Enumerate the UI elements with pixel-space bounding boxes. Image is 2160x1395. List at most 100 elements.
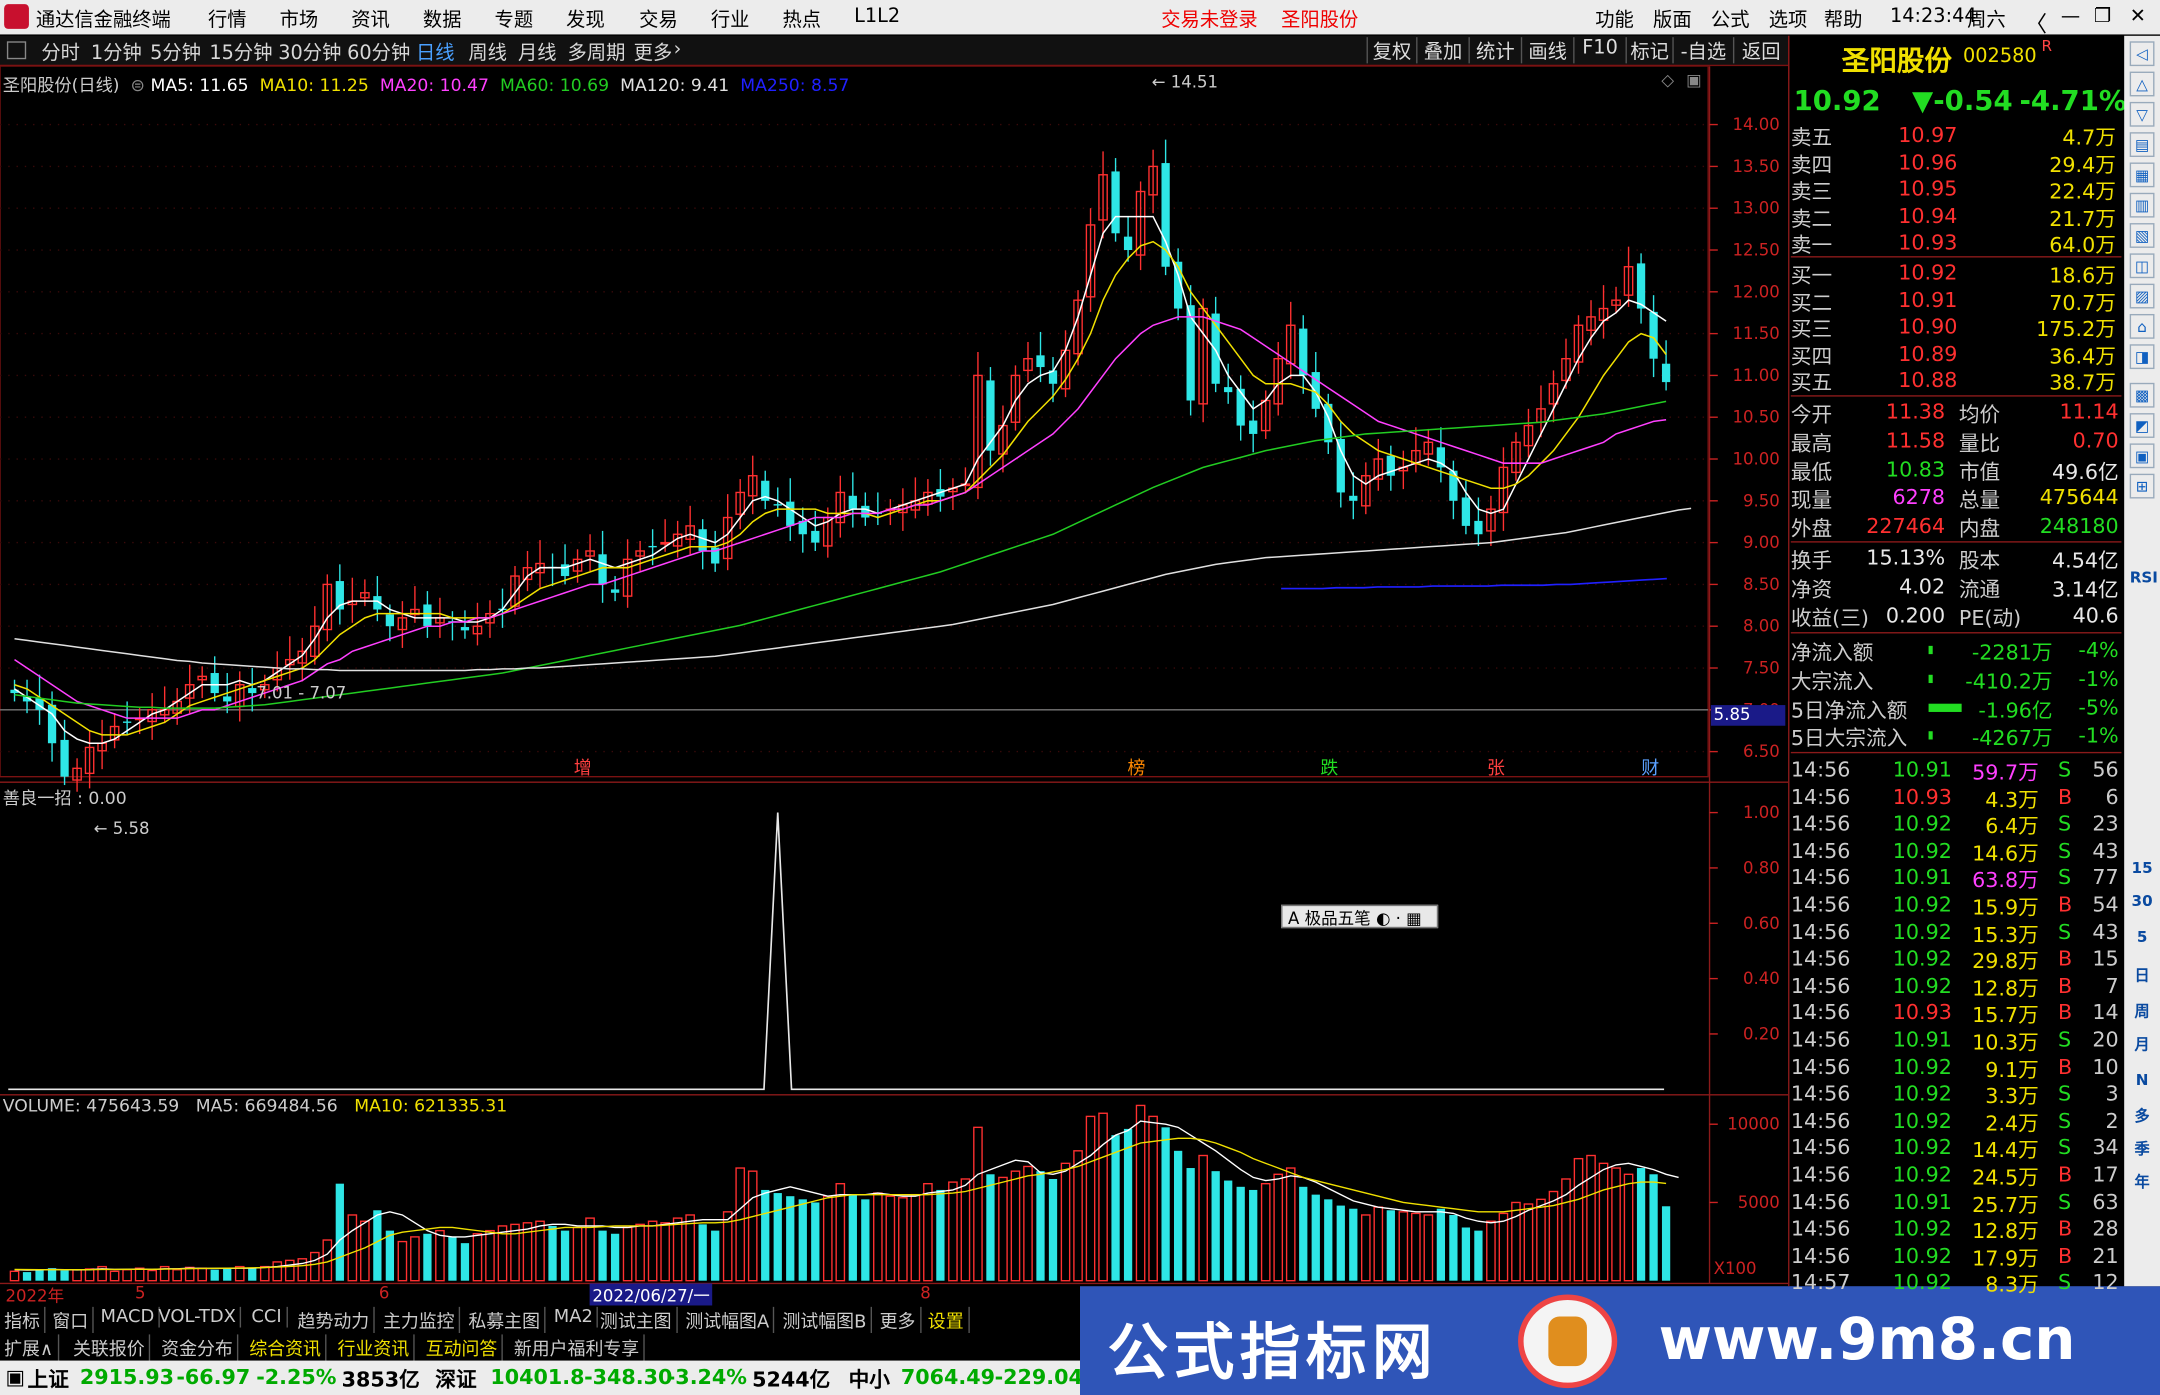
period-tab[interactable]: 15分钟 — [209, 39, 272, 67]
bid-row[interactable]: 买一 10.92 18.6万 — [1791, 259, 2122, 288]
zx-name[interactable]: 中小 — [849, 1365, 890, 1394]
menu-options[interactable]: 选项 — [1769, 6, 1808, 34]
ask-row[interactable]: 卖四 10.96 29.4万 — [1791, 148, 2122, 178]
menu-func[interactable]: 功能 — [1595, 6, 1634, 34]
menu-l1l2[interactable]: L1L2 — [854, 6, 900, 28]
period-tab[interactable]: 月线 — [518, 39, 557, 67]
back-icon[interactable]: 〈 — [2025, 6, 2047, 39]
period-tab[interactable]: 分时 — [41, 39, 80, 67]
nav-tool-icon[interactable]: ◁ — [2129, 41, 2155, 67]
ask-row[interactable]: 卖三 10.95 22.4万 — [1791, 175, 2122, 205]
period-tab[interactable]: 30分钟 — [278, 39, 341, 67]
login-notice[interactable]: 交易未登录 — [1161, 6, 1257, 34]
nav-period-label[interactable]: RSI — [2130, 566, 2158, 591]
settings-icon[interactable]: ⊜ — [131, 74, 145, 95]
nav-period-label[interactable]: N — [2130, 1069, 2155, 1094]
panel-toggle-icon[interactable] — [6, 41, 27, 60]
period-tab[interactable]: 多周期 — [568, 39, 626, 67]
sz-name[interactable]: 深证 — [435, 1365, 476, 1394]
nav-period-label[interactable]: 季 — [2130, 1137, 2155, 1162]
bid-row[interactable]: 买四 10.89 36.4万 — [1791, 340, 2122, 369]
chevron-right-icon[interactable]: › — [674, 39, 682, 61]
nav-tool-icon[interactable]: ▦ — [2129, 162, 2155, 188]
nav-tool-icon[interactable]: ⊞ — [2129, 473, 2155, 499]
kline-chart-area[interactable]: 14.00 13.50 13.00 12.50 12.00 11.50 11.00 10.50… — [0, 66, 1789, 1305]
info-tab[interactable]: 新用户福利专享 — [514, 1334, 645, 1361]
menu-formula[interactable]: 公式 — [1711, 6, 1750, 34]
watchlist-button[interactable]: -自选 — [1672, 37, 1733, 64]
indicator-tab[interactable]: MA2 — [554, 1306, 599, 1328]
menu-topic[interactable]: 专题 — [495, 6, 534, 34]
minimize-icon[interactable]: — — [2061, 6, 2080, 28]
fuquan-button[interactable]: 复权 — [1366, 37, 1417, 64]
close-icon[interactable]: ✕ — [2130, 6, 2146, 28]
menu-industry[interactable]: 行业 — [711, 6, 750, 34]
info-tab[interactable]: 互动问答 — [426, 1334, 503, 1361]
info-tab[interactable]: 扩展∧ — [4, 1334, 59, 1361]
menu-layout[interactable]: 版面 — [1653, 6, 1692, 34]
info-tab[interactable]: 行业资讯 — [337, 1334, 415, 1361]
period-tab-active[interactable]: 日线 — [416, 39, 455, 67]
menu-data[interactable]: 数据 — [423, 6, 462, 34]
nav-period-label[interactable]: 15 — [2130, 857, 2155, 882]
nav-tool-icon[interactable]: ▣ — [2129, 443, 2155, 469]
indicator-tab[interactable]: 设置 — [928, 1306, 970, 1334]
ime-popup[interactable]: A 极品五笔 ◐ · ▦ — [1281, 904, 1439, 929]
nav-tool-icon[interactable]: ▨ — [2129, 283, 2155, 309]
period-tab[interactable]: 1分钟 — [91, 39, 142, 67]
indicator-tab[interactable]: 指标 — [4, 1306, 46, 1334]
menu-market[interactable]: 市场 — [280, 6, 319, 34]
menu-help[interactable]: 帮助 — [1824, 6, 1863, 34]
menu-discover[interactable]: 发现 — [566, 6, 605, 34]
nav-tool-icon[interactable]: ▩ — [2129, 382, 2155, 408]
return-button[interactable]: 返回 — [1732, 37, 1788, 64]
overlay-button[interactable]: 叠加 — [1416, 37, 1468, 64]
nav-period-label[interactable]: 周 — [2130, 1000, 2155, 1025]
indicator-tab[interactable]: CCI — [251, 1306, 288, 1328]
indicator-tab[interactable]: 主力监控 — [383, 1306, 461, 1334]
ask-row[interactable]: 卖一 10.93 64.0万 — [1791, 229, 2122, 259]
nav-tool-icon[interactable]: ▥ — [2129, 192, 2155, 218]
nav-tool-icon[interactable]: ▽ — [2129, 101, 2155, 127]
restore-icon[interactable]: ❐ — [2094, 6, 2111, 28]
nav-tool-icon[interactable]: ◨ — [2129, 344, 2155, 370]
indicator-tab[interactable]: 私募主图 — [468, 1306, 546, 1334]
bid-row[interactable]: 买三 10.90 175.2万 — [1791, 313, 2122, 342]
ask-row[interactable]: 卖二 10.94 21.7万 — [1791, 202, 2122, 232]
menu-trade[interactable]: 交易 — [639, 6, 678, 34]
menu-hq[interactable]: 行情 — [208, 6, 247, 34]
stats-button[interactable]: 统计 — [1468, 37, 1520, 64]
indicator-tab[interactable]: VOL-TDX — [158, 1306, 242, 1328]
nav-tool-icon[interactable]: ⌂ — [2129, 313, 2155, 339]
sh-name[interactable]: 上证 — [28, 1365, 69, 1394]
period-tab[interactable]: 周线 — [468, 39, 507, 67]
mark-button[interactable]: 标记 — [1625, 37, 1673, 64]
indicator-tab[interactable]: 趋势动力 — [298, 1306, 375, 1334]
bid-row[interactable]: 买五 10.88 38.7万 — [1791, 367, 2122, 396]
period-tab[interactable]: 60分钟 — [347, 39, 410, 67]
info-tab[interactable]: 资金分布 — [161, 1334, 239, 1361]
nav-tool-icon[interactable]: ▤ — [2129, 132, 2155, 157]
nav-period-label[interactable]: 5 — [2130, 925, 2155, 950]
info-tab[interactable]: 综合资讯 — [249, 1334, 327, 1361]
nav-period-label[interactable]: 多 — [2130, 1104, 2155, 1129]
nav-tool-icon[interactable]: ◫ — [2129, 253, 2155, 279]
indicator-tab[interactable]: 测试幅图B — [782, 1306, 872, 1334]
draw-button[interactable]: 画线 — [1520, 37, 1573, 64]
nav-period-label[interactable]: 30 — [2130, 890, 2155, 915]
nav-tool-icon[interactable]: △ — [2129, 71, 2155, 97]
info-tab[interactable]: 关联报价 — [73, 1334, 151, 1361]
menu-news[interactable]: 资讯 — [351, 6, 390, 34]
indicator-tab[interactable]: 窗口 — [52, 1306, 94, 1334]
nav-period-label[interactable]: 月 — [2130, 1033, 2155, 1058]
indicator-tab[interactable]: 测试主图 — [600, 1306, 678, 1334]
nav-period-label[interactable]: 日 — [2130, 964, 2155, 989]
menu-hot[interactable]: 热点 — [782, 6, 821, 34]
indicator-tab[interactable]: MACD — [101, 1306, 160, 1328]
nav-period-label[interactable]: 年 — [2130, 1171, 2155, 1196]
indicator-tab[interactable]: 测试幅图A — [685, 1306, 775, 1334]
ask-row[interactable]: 卖五 10.97 4.7万 — [1791, 121, 2122, 151]
nav-tool-icon[interactable]: ◩ — [2129, 413, 2155, 438]
period-tab[interactable]: 5分钟 — [150, 39, 201, 67]
bid-row[interactable]: 买二 10.91 70.7万 — [1791, 286, 2122, 315]
